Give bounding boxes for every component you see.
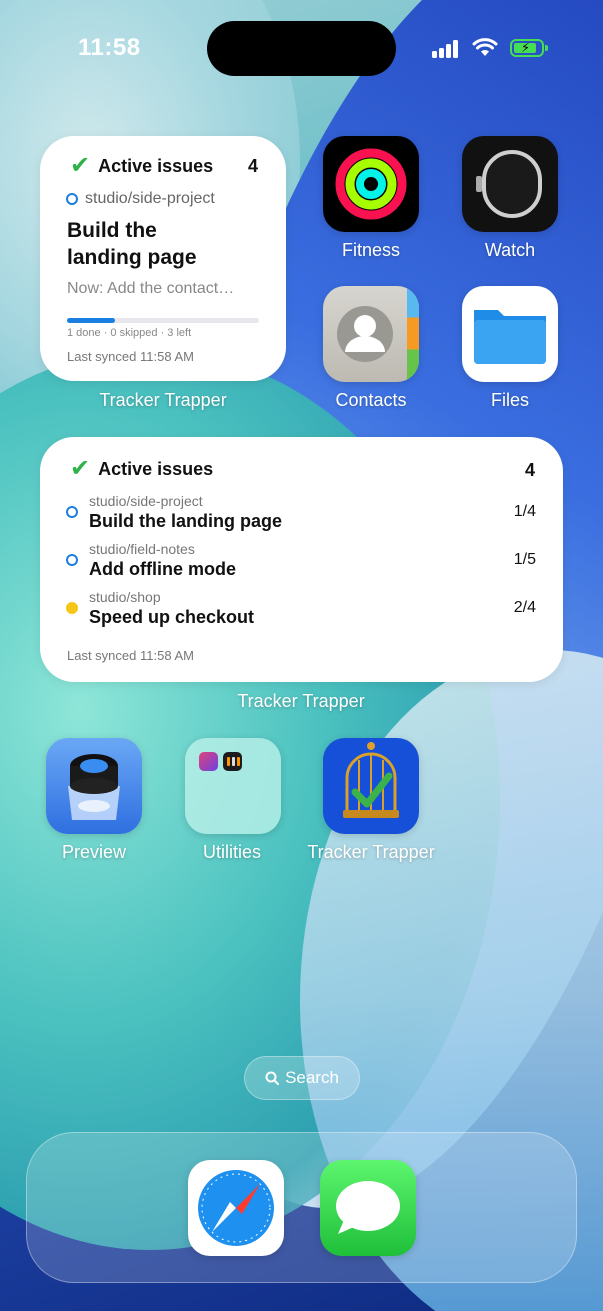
issue-count: 4	[524, 460, 535, 480]
messages-icon[interactable]	[320, 1160, 416, 1256]
list-item[interactable]: studio/shop Speed up checkout 2/4	[66, 589, 536, 631]
search-label: Search	[285, 1068, 339, 1087]
search-button[interactable]: Search	[244, 1056, 360, 1100]
progress-fill	[67, 318, 115, 323]
fitness-label: Fitness	[341, 240, 401, 260]
utilities-label: Utilities	[202, 842, 261, 862]
task-progress: 2/4	[513, 599, 536, 616]
wifi-icon	[472, 38, 498, 56]
task-title: Build the landing page	[89, 511, 282, 531]
status-ring-icon	[66, 193, 78, 205]
current-step: Now: Add the contact…	[67, 280, 235, 297]
widget-title: Active issues	[98, 155, 214, 176]
tracker-widget-small[interactable]: ✔ Active issues 4 studio/side-project Bu…	[40, 136, 286, 381]
fitness-app-icon[interactable]	[323, 136, 419, 232]
files-app-icon[interactable]	[462, 286, 558, 382]
watch-app-icon[interactable]	[462, 136, 558, 232]
task-progress: 1/4	[513, 503, 536, 520]
widget-title: Active issues	[98, 458, 214, 479]
status-dot-icon	[66, 602, 78, 614]
status-ring-icon	[66, 506, 78, 518]
task-title: Build the landing page	[67, 219, 197, 269]
status-ring-icon	[66, 554, 78, 566]
widget-small-label: Tracker Trapper	[99, 390, 227, 410]
repo-name: studio/shop	[89, 589, 161, 605]
list-item[interactable]: studio/side-project Build the landing pa…	[66, 493, 536, 535]
repo-name: studio/side-project	[89, 493, 203, 509]
progress-bar	[67, 318, 259, 323]
preview-app-icon[interactable]	[46, 738, 142, 834]
checkmark-icon: ✔	[70, 152, 91, 179]
files-label: Files	[490, 390, 529, 410]
task-title: Speed up checkout	[89, 607, 255, 627]
progress-text: 1 done · 0 skipped · 3 left	[67, 327, 192, 339]
calculator-icon	[223, 752, 242, 771]
status-bar: 11:58 ⚡	[0, 0, 603, 96]
watch-label: Watch	[484, 240, 536, 260]
tracker-trapper-label: Tracker Trapper	[307, 842, 435, 862]
checkmark-icon: ✔	[70, 455, 91, 482]
task-progress: 1/5	[513, 551, 536, 568]
shortcuts-icon	[199, 752, 218, 771]
tracker-trapper-app-icon[interactable]	[323, 738, 419, 834]
safari-icon[interactable]	[188, 1160, 284, 1256]
preview-label: Preview	[61, 842, 127, 862]
battery-icon: ⚡	[510, 39, 548, 57]
status-time: 11:58	[78, 34, 141, 61]
utilities-folder-icon[interactable]	[185, 738, 281, 834]
repo-name: studio/field-notes	[89, 541, 195, 557]
contacts-app-icon[interactable]	[323, 286, 419, 382]
task-title: Add offline mode	[89, 559, 236, 579]
dock	[26, 1132, 577, 1283]
last-synced: Last synced 11:58 AM	[67, 349, 194, 364]
issue-count: 4	[247, 156, 258, 176]
search-icon	[265, 1071, 280, 1085]
dynamic-island	[207, 21, 396, 76]
last-synced: Last synced 11:58 AM	[67, 648, 194, 663]
contacts-label: Contacts	[335, 390, 407, 410]
list-item[interactable]: studio/field-notes Add offline mode 1/5	[66, 541, 536, 583]
widget-large-label: Tracker Trapper	[237, 691, 365, 711]
repo-name: studio/side-project	[85, 190, 215, 207]
tracker-widget-large[interactable]: ✔ Active issues 4 studio/side-project Bu…	[40, 437, 563, 682]
